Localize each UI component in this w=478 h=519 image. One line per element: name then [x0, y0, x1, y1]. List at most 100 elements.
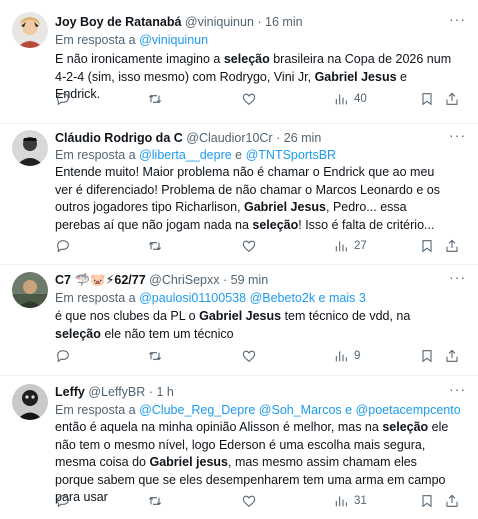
reply-icon[interactable]	[55, 90, 71, 108]
views-button[interactable]: 40	[333, 90, 367, 108]
author-name[interactable]: C7	[55, 273, 71, 287]
avatar[interactable]	[12, 272, 48, 308]
author-name[interactable]: Joy Boy de Ratanabá	[55, 15, 181, 29]
views-count: 27	[354, 240, 367, 252]
highlighted-keyword: seleção	[252, 217, 299, 232]
author-name[interactable]: Cláudio Rodrigo da C	[55, 131, 183, 145]
timestamp[interactable]: 59 min	[231, 273, 269, 287]
text-segment: tem técnico de vdd, na	[281, 309, 411, 323]
retweet-icon[interactable]	[147, 237, 163, 255]
reply-context: Em resposta a @paulosi01100538 @Bebeto2k…	[55, 290, 366, 306]
more-icon[interactable]: ···	[449, 269, 466, 285]
reply-prefix: Em resposta a	[55, 33, 140, 47]
timestamp[interactable]: 1 h	[156, 385, 173, 399]
tweet-actions: 40	[55, 90, 460, 108]
more-icon[interactable]: ···	[449, 11, 466, 27]
share-icon[interactable]	[444, 492, 460, 510]
views-count: 40	[354, 93, 367, 105]
highlighted-keyword: Gabriel Jesus	[314, 69, 397, 84]
separator: ·	[222, 273, 228, 287]
author-name[interactable]: Leffy	[55, 385, 85, 399]
highlighted-keyword: seleção	[55, 326, 101, 341]
like-icon[interactable]	[241, 492, 257, 510]
timestamp[interactable]: 26 min	[284, 131, 322, 145]
reply-icon[interactable]	[55, 347, 71, 365]
reply-context: Em resposta a @liberta__depre e @TNTSpor…	[55, 147, 336, 163]
retweet-icon[interactable]	[147, 492, 163, 510]
bookmark-icon[interactable]	[419, 237, 435, 255]
reply-mention[interactable]: @paulosi01100538	[139, 291, 246, 305]
tweet[interactable]: Joy Boy de Ratanabá @viniquinun · 16 min…	[0, 0, 478, 124]
reply-context: Em resposta a @viniquinun	[55, 32, 208, 48]
like-icon[interactable]	[241, 237, 257, 255]
avatar[interactable]	[12, 12, 48, 48]
more-icon[interactable]: ···	[449, 127, 466, 143]
bookmark-icon[interactable]	[419, 492, 435, 510]
retweet-icon[interactable]	[147, 347, 163, 365]
author-handle[interactable]: @ChriSepxx	[149, 273, 219, 287]
highlighted-keyword: Gabriel jesus	[149, 455, 228, 469]
tweet-header: Joy Boy de Ratanabá @viniquinun · 16 min	[55, 14, 303, 30]
reply-mid: e	[231, 148, 246, 162]
views-icon	[335, 241, 347, 252]
views-count: 31	[354, 495, 367, 507]
text-segment: ele não tem um técnico	[100, 326, 234, 341]
reply-mention[interactable]: @TNTSportsBR	[246, 148, 336, 162]
tweet-text: é que nos clubes da PL o Gabriel Jesus t…	[55, 308, 455, 343]
timestamp[interactable]: 16 min	[265, 15, 303, 29]
author-name-suffix: 62/77	[114, 273, 146, 287]
separator: ·	[148, 385, 153, 399]
share-icon[interactable]	[444, 347, 460, 365]
tweet-text: Entende muito! Maior problema não é cham…	[55, 164, 455, 234]
views-button[interactable]: 9	[333, 347, 360, 365]
avatar[interactable]	[12, 384, 48, 420]
tweet-actions: 27	[55, 237, 460, 255]
highlighted-keyword: Gabriel Jesus	[244, 200, 326, 214]
text-segment: é que nos clubes da PL o	[55, 309, 200, 323]
tweet[interactable]: Cláudio Rodrigo da C @Claudior10Cr · 26 …	[0, 124, 478, 265]
reply-prefix: Em resposta a	[55, 148, 140, 162]
like-icon[interactable]	[241, 90, 257, 108]
bookmark-icon[interactable]	[419, 90, 435, 108]
views-button[interactable]: 31	[333, 492, 367, 510]
tweet[interactable]: C7 🦈🐷⚡62/77 @ChriSepxx · 59 min ··· Em r…	[0, 265, 478, 375]
reply-icon[interactable]	[55, 492, 71, 510]
tweet-actions: 9	[55, 347, 460, 365]
tweet-header: C7 🦈🐷⚡62/77 @ChriSepxx · 59 min	[55, 272, 268, 288]
views-button[interactable]: 27	[333, 237, 367, 255]
more-icon[interactable]: ···	[449, 381, 466, 397]
views-count: 9	[354, 350, 361, 362]
tweet-header: Leffy @LeffyBR · 1 h	[55, 384, 174, 400]
reply-context: Em resposta a @Clube_Reg_Depre @Soh_Marc…	[55, 402, 461, 418]
author-handle[interactable]: @Claudior10Cr	[186, 131, 272, 145]
tweet-actions: 31	[55, 492, 460, 510]
retweet-icon[interactable]	[147, 90, 163, 108]
reply-prefix: Em resposta a	[55, 403, 140, 417]
highlighted-keyword: Gabriel Jesus	[199, 309, 282, 323]
reply-mention[interactable]: @Soh_Marcos e @poetacempcento	[259, 403, 461, 417]
like-icon[interactable]	[241, 347, 257, 365]
reply-prefix: Em resposta a	[55, 291, 140, 305]
separator: ·	[257, 15, 262, 29]
share-icon[interactable]	[444, 237, 460, 255]
text-segment: E não ironicamente imagino a	[55, 52, 224, 66]
share-icon[interactable]	[444, 90, 460, 108]
bookmark-icon[interactable]	[419, 347, 435, 365]
text-segment: ! Isso é falta de critério...	[298, 217, 435, 232]
reply-mention[interactable]: @liberta__depre	[139, 148, 232, 162]
avatar[interactable]	[12, 130, 48, 166]
reply-icon[interactable]	[55, 237, 71, 255]
reply-mention[interactable]: @Clube_Reg_Depre	[139, 403, 255, 417]
views-icon	[335, 351, 347, 362]
views-icon	[335, 94, 347, 105]
text-segment: então é aquela na minha opinião Alisson …	[55, 420, 383, 434]
reply-mention[interactable]: @Bebeto2k e mais 3	[250, 291, 366, 305]
tweet[interactable]: Leffy @LeffyBR · 1 h ··· Em resposta a @…	[0, 376, 478, 519]
author-handle[interactable]: @viniquinun	[185, 15, 254, 29]
highlighted-keyword: seleção	[223, 52, 270, 66]
author-emoji: 🦈🐷⚡	[74, 273, 115, 287]
tweet-header: Cláudio Rodrigo da C @Claudior10Cr · 26 …	[55, 130, 321, 146]
reply-mention[interactable]: @viniquinun	[139, 33, 208, 47]
highlighted-keyword: seleção	[382, 420, 429, 434]
author-handle[interactable]: @LeffyBR	[88, 385, 145, 399]
